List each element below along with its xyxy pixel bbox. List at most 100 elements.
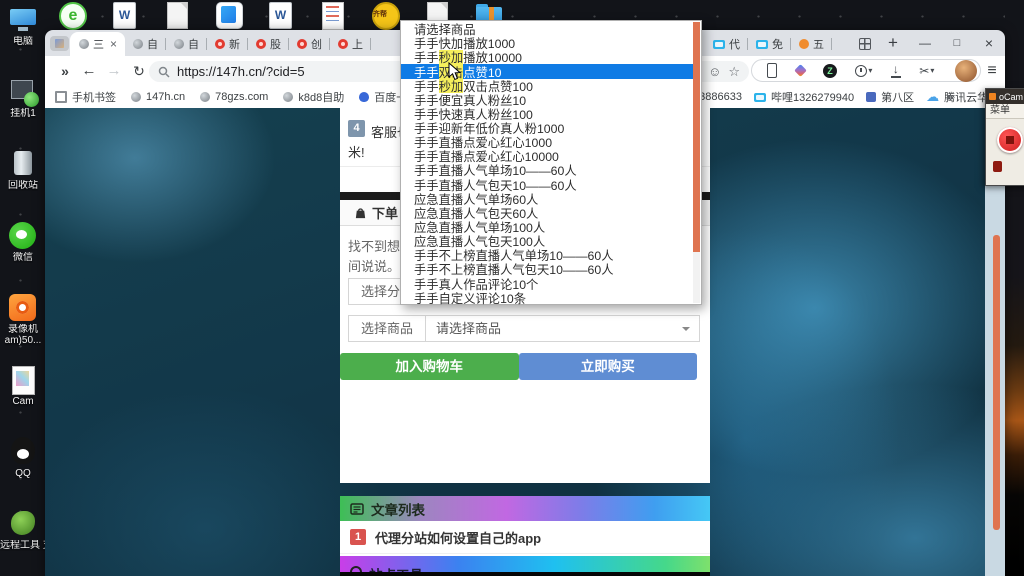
bookmark-item[interactable]: 147h.cn — [131, 91, 185, 103]
desktop-icon-tencent-docs[interactable] — [203, 1, 255, 29]
bookmark-item[interactable]: 第八区 — [866, 89, 914, 105]
tab-label: 新 — [229, 36, 240, 52]
bookmark-item[interactable]: 哔哩1326279940 — [754, 89, 854, 105]
browser-menu-icon[interactable]: ≡ — [981, 56, 1003, 86]
option-text: 手手 — [414, 79, 439, 93]
tab-left-5[interactable]: 创 — [289, 32, 330, 56]
dropdown-option[interactable]: 手手直播点爱心红心1000 — [401, 135, 694, 149]
ocam-menu[interactable]: 菜单 — [986, 104, 1024, 119]
tab-right-1[interactable]: 免 — [748, 32, 791, 56]
wechat-icon — [6, 220, 40, 252]
download-icon[interactable]: ↓ — [891, 63, 901, 78]
dropdown-option[interactable]: 手手双击点赞10 — [401, 64, 694, 78]
desktop-icon-doc[interactable] — [151, 1, 203, 29]
desktop-icon-ocam-recorder[interactable]: 录像机am)50... — [0, 292, 46, 356]
dropdown-option[interactable]: 手手自定义评论10条 — [401, 291, 694, 305]
desktop-icon-browser-e[interactable] — [47, 1, 99, 29]
bookmark-item[interactable]: 78gzs.com — [200, 91, 268, 103]
minimize-button[interactable]: — — [911, 30, 939, 56]
add-to-cart-button[interactable]: 加入购物车 — [340, 353, 519, 380]
tab-close-icon[interactable]: × — [110, 37, 117, 51]
article-row[interactable]: 1代理分站如何设置自己的app — [340, 521, 710, 554]
option-text: 手手 — [414, 64, 439, 78]
desktop-icon-remote-tool[interactable]: 远程工具 支 — [0, 508, 46, 572]
option-text: 请选择商品 — [414, 22, 476, 36]
tab-left-2[interactable]: 自 — [166, 32, 207, 56]
dropdown-option[interactable]: 应急直播人气单场60人 — [401, 192, 694, 206]
dropdown-option[interactable]: 手手不上榜直播人气单场10——60人 — [401, 248, 694, 262]
dropdown-scrollbar[interactable] — [693, 22, 700, 303]
tab-left-3[interactable]: 新 — [207, 32, 248, 56]
desktop-icon-word-doc-2[interactable] — [255, 1, 307, 29]
desktop-icon-wechat[interactable]: 微信 — [0, 220, 46, 284]
dropdown-option[interactable]: 手手不上榜直播人气包天10——60人 — [401, 262, 694, 276]
tab-left-0[interactable]: 三× — [70, 32, 125, 56]
desktop-icon-text-doc[interactable] — [307, 1, 359, 29]
tab-right-0[interactable]: 代 — [705, 32, 748, 56]
history-icon[interactable]: ▾ — [855, 65, 872, 77]
dropdown-option[interactable]: 手手直播人气单场10——60人 — [401, 163, 694, 177]
bookmark-star-icon[interactable]: ☆ — [728, 62, 740, 82]
forward-button[interactable]: → — [102, 56, 126, 86]
gemini-extension-icon[interactable] — [794, 64, 807, 77]
close-button[interactable]: × — [975, 30, 1003, 56]
article-title: 代理分站如何设置自己的app — [375, 528, 541, 547]
scissors-icon[interactable]: ✂▾ — [919, 65, 934, 77]
dropdown-option[interactable]: 手手快加播放1000 — [401, 36, 694, 50]
desktop-icon-ocam-file[interactable]: Cam — [0, 364, 46, 428]
dropdown-option[interactable]: 手手真人作品评论10个 — [401, 277, 694, 291]
profile-avatar[interactable] — [955, 60, 977, 82]
dropdown-option[interactable]: 手手便宜真人粉丝10 — [401, 93, 694, 107]
desktop-icon-recycle-bin[interactable]: 回收站 — [0, 148, 46, 212]
pinned-tab[interactable] — [50, 36, 69, 51]
tab-left-6[interactable]: 上 — [330, 32, 371, 56]
record-button[interactable] — [997, 127, 1023, 153]
page-scrollbar-thumb[interactable] — [993, 235, 1000, 530]
tab-label: 自 — [147, 36, 158, 52]
dropdown-option[interactable]: 手手秒加播放10000 — [401, 50, 694, 64]
back-button[interactable]: ← — [77, 56, 101, 86]
desktop-icon-this-pc[interactable]: 电脑 — [0, 4, 46, 68]
bookmark-item[interactable]: k8d8自助 — [283, 89, 344, 105]
smiley-extension-icon[interactable]: ☺ — [708, 62, 721, 82]
tab-left-4[interactable]: 股 — [248, 32, 289, 56]
red-favicon-icon — [338, 39, 348, 49]
dropdown-option[interactable]: 应急直播人气单场100人 — [401, 220, 694, 234]
maximize-button[interactable]: □ — [943, 30, 971, 56]
new-tab-button[interactable]: + — [881, 30, 905, 56]
bookmark-label: 哔哩1326279940 — [771, 89, 854, 105]
overflow-chevron[interactable]: » — [53, 56, 77, 86]
tab-left-1[interactable]: 自 — [125, 32, 166, 56]
tab-groups-icon[interactable] — [859, 38, 871, 50]
buy-now-button[interactable]: 立即购买 — [519, 353, 698, 380]
z-extension-icon[interactable]: Z — [823, 64, 837, 78]
desktop-icon-guaji[interactable]: 挂机1 — [0, 76, 46, 140]
product-select[interactable]: 请选择商品 — [425, 315, 700, 342]
dropdown-option[interactable]: 应急直播人气包天100人 — [401, 234, 694, 248]
dropdown-option[interactable]: 应急直播人气包天60人 — [401, 206, 694, 220]
dropdown-option[interactable]: 手手直播点爱心红心10000 — [401, 149, 694, 163]
dropdown-option[interactable]: 手手快速真人粉丝100 — [401, 107, 694, 121]
dropdown-option[interactable]: 手手秒加双击点赞100 — [401, 79, 694, 93]
dropdown-scrollbar-thumb[interactable] — [693, 22, 700, 252]
phone-extension-icon[interactable] — [767, 63, 777, 78]
option-text: 手手迎新年低价真人粉1000 — [414, 121, 564, 135]
desktop-icon-word-doc[interactable] — [99, 1, 151, 29]
bookmark-item[interactable]: 手机书签 — [55, 89, 116, 105]
red-favicon-icon — [215, 39, 225, 49]
option-text: 手手 — [414, 50, 439, 64]
dropdown-option-list: 请选择商品手手快加播放1000手手秒加播放10000手手双击点赞10手手秒加双击… — [401, 22, 694, 305]
stop-button[interactable] — [993, 161, 1002, 172]
tab-right-2[interactable]: 五 — [791, 32, 832, 56]
reload-button[interactable]: ↻ — [127, 56, 151, 86]
option-text: 手手便宜真人粉丝10 — [414, 93, 526, 107]
dropdown-option[interactable]: 手手迎新年低价真人粉1000 — [401, 121, 694, 135]
desktop-icon-label: Cam — [12, 396, 33, 407]
desktop-icon-qq[interactable]: QQ — [0, 436, 46, 500]
bookmarks-overflow-icon[interactable]: » — [946, 86, 953, 108]
dropdown-option[interactable]: 请选择商品 — [401, 22, 694, 36]
ocam-titlebar[interactable]: oCam — [986, 89, 1024, 104]
product-field-row: 选择商品 请选择商品 — [348, 315, 700, 342]
tab-label: 三 — [93, 36, 104, 52]
dropdown-option[interactable]: 手手直播人气包天10——60人 — [401, 178, 694, 192]
